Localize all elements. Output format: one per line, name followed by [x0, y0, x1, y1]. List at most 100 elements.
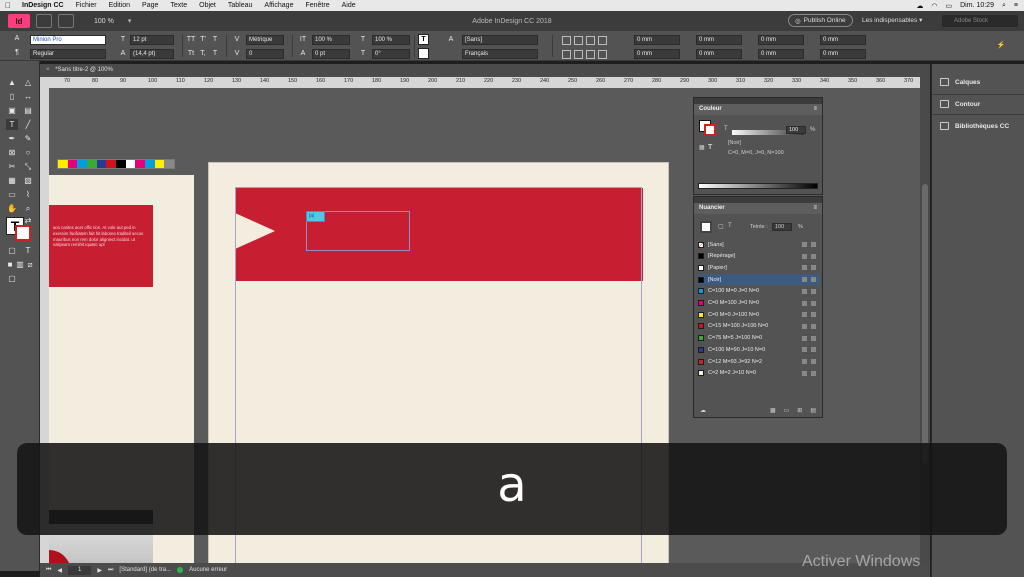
first-line-indent-field[interactable]: 0 mm: [634, 49, 680, 59]
panel-menu-icon[interactable]: ≡: [813, 104, 817, 115]
swatch-row[interactable]: C=100 M=90 J=10 N=0: [698, 344, 820, 355]
character-mode-icon[interactable]: A: [12, 34, 22, 44]
swatch-row[interactable]: C=100 M=0 J=0 N=0: [698, 286, 820, 297]
content-placer-icon[interactable]: ▤: [22, 105, 34, 116]
swatch-row[interactable]: C=0 M=100 J=0 N=0: [698, 298, 820, 309]
content-collector-icon[interactable]: ▣: [6, 105, 18, 116]
note-tool-icon[interactable]: ▭: [6, 189, 18, 200]
swatch-strip-cell[interactable]: [96, 160, 107, 168]
type-tool-icon[interactable]: T: [6, 119, 18, 130]
prev-page-icon[interactable]: ◀: [57, 567, 62, 574]
notification-icon[interactable]: ≡: [1014, 2, 1018, 9]
new-swatch-icon[interactable]: ⊞: [797, 407, 802, 414]
left-indent-field[interactable]: 0 mm: [634, 35, 680, 45]
document-tab[interactable]: × *Sans titre-2 @ 100%: [40, 64, 920, 77]
swatch-strip-cell[interactable]: [154, 160, 165, 168]
dock-item-libraries[interactable]: Bibliothèques CC: [940, 120, 1009, 132]
justify-icon[interactable]: [598, 36, 607, 45]
scrollbar-thumb[interactable]: [922, 184, 928, 464]
small-caps-icon[interactable]: Tt: [186, 49, 196, 59]
close-icon[interactable]: ×: [46, 67, 50, 73]
vertical-scale-field[interactable]: 100 %: [312, 35, 350, 45]
space-after-field[interactable]: 0 mm: [758, 49, 804, 59]
swatch-strip-cell[interactable]: [67, 160, 78, 168]
superscript-icon[interactable]: T': [198, 35, 208, 45]
battery-icon[interactable]: ▭: [946, 2, 953, 10]
page-number-field[interactable]: 1: [68, 565, 92, 575]
stroke-none-icon[interactable]: [418, 48, 429, 59]
lightning-icon[interactable]: ⚡: [996, 41, 1006, 51]
skew-field[interactable]: 0°: [372, 49, 410, 59]
red-text-box[interactable]: aos carites acet offic tion. At vole aut…: [49, 205, 153, 287]
color-stroke-swatch[interactable]: [704, 124, 716, 136]
swatch-strip[interactable]: [57, 159, 175, 169]
workspace-switcher[interactable]: Les indispensables ▾: [862, 16, 922, 24]
align-right-icon[interactable]: [586, 36, 595, 45]
chevron-down-icon[interactable]: ▾: [128, 17, 132, 25]
tint-field[interactable]: 100: [772, 223, 792, 231]
pencil-tool-icon[interactable]: ✎: [22, 133, 34, 144]
font-family-field[interactable]: Minion Pro: [30, 35, 106, 45]
last-line-indent-field[interactable]: 0 mm: [696, 49, 742, 59]
swatch-strip-cell[interactable]: [77, 160, 88, 168]
apple-icon[interactable]: : [0, 1, 16, 10]
swatch-strip-cell[interactable]: [58, 160, 68, 168]
menu-objet[interactable]: Objet: [193, 2, 222, 9]
swatches-panel-tab[interactable]: Nuancier ≡: [694, 203, 822, 214]
drop-cap-chars-field[interactable]: 0 mm: [820, 49, 866, 59]
align-center-icon[interactable]: [574, 36, 583, 45]
menu-tableau[interactable]: Tableau: [222, 2, 259, 9]
menu-app[interactable]: InDesign CC: [16, 2, 70, 9]
all-caps-icon[interactable]: TT: [186, 35, 196, 45]
horizontal-scale-field[interactable]: 100 %: [372, 35, 410, 45]
dock-item-calques[interactable]: Calques: [940, 76, 980, 88]
right-indent-field[interactable]: 0 mm: [696, 35, 742, 45]
menu-page[interactable]: Page: [136, 2, 164, 9]
character-style-field[interactable]: [Sans]: [462, 35, 538, 45]
stroke-swatch[interactable]: [15, 225, 31, 241]
screen-mode-icon[interactable]: ▢: [6, 273, 18, 284]
publish-online-button[interactable]: ◎ Publish Online: [788, 14, 853, 27]
ellipse-tool-icon[interactable]: ○: [22, 147, 34, 158]
wifi-icon[interactable]: ◠: [931, 2, 937, 10]
text-cursor-selection[interactable]: |a|: [306, 211, 325, 222]
page-tool-icon[interactable]: ▯: [6, 91, 18, 102]
gradient-feather-tool-icon[interactable]: ▧: [22, 175, 34, 186]
panel-menu-icon[interactable]: ≡: [813, 203, 817, 214]
leading-field[interactable]: (14,4 pt): [130, 49, 174, 59]
tracking-field[interactable]: 0: [246, 49, 284, 59]
formatting-text-icon[interactable]: T: [22, 245, 34, 256]
swatch-row[interactable]: [Sans]: [698, 239, 820, 250]
justify-last-center-icon[interactable]: [574, 50, 583, 59]
master-label[interactable]: [Standard] (de tra...: [119, 567, 171, 573]
swatch-row[interactable]: [Noir]: [698, 274, 820, 286]
rectangle-frame-tool-icon[interactable]: ⊠: [6, 147, 18, 158]
dock-item-contour[interactable]: Contour: [940, 98, 980, 110]
swatch-row[interactable]: C=15 M=100 J=100 N=0: [698, 321, 820, 332]
adobe-stock-search[interactable]: Adobe Stock: [942, 15, 1018, 27]
bridge-button[interactable]: [36, 14, 52, 28]
clock[interactable]: Dim. 10:29: [960, 2, 994, 9]
swatch-row[interactable]: C=0 M=0 J=100 N=0: [698, 309, 820, 320]
align-left-icon[interactable]: [562, 36, 571, 45]
justify-all-icon[interactable]: [598, 50, 607, 59]
fill-stroke-widget[interactable]: T: [6, 217, 34, 243]
cloud-icon[interactable]: ☁: [916, 2, 923, 10]
horizontal-ruler[interactable]: 70 80 90 100 110 120 130 140 150 160 170 180 190 200 2…: [40, 77, 920, 88]
space-before-field[interactable]: 0 mm: [758, 35, 804, 45]
paragraph-mode-icon[interactable]: ¶: [12, 48, 22, 58]
selection-tool-icon[interactable]: ▲: [6, 77, 18, 88]
subscript-icon[interactable]: T,: [198, 49, 208, 59]
last-page-icon[interactable]: ⏭: [108, 567, 113, 574]
swatch-strip-cell[interactable]: [164, 160, 175, 168]
justify-last-right-icon[interactable]: [586, 50, 595, 59]
swatch-row[interactable]: C=2 M=2 J=10 N=0: [698, 368, 820, 379]
fill-text-icon[interactable]: T: [418, 34, 429, 45]
font-size-field[interactable]: 12 pt: [130, 35, 174, 45]
zoom-level[interactable]: 100 %: [94, 18, 114, 25]
swatch-strip-cell[interactable]: [125, 160, 136, 168]
swatch-row[interactable]: [Repérage]: [698, 251, 820, 262]
folder-icon[interactable]: ▭: [784, 407, 790, 414]
text-mode-icon[interactable]: T: [708, 144, 712, 151]
swatch-row[interactable]: [Papier]: [698, 262, 820, 273]
